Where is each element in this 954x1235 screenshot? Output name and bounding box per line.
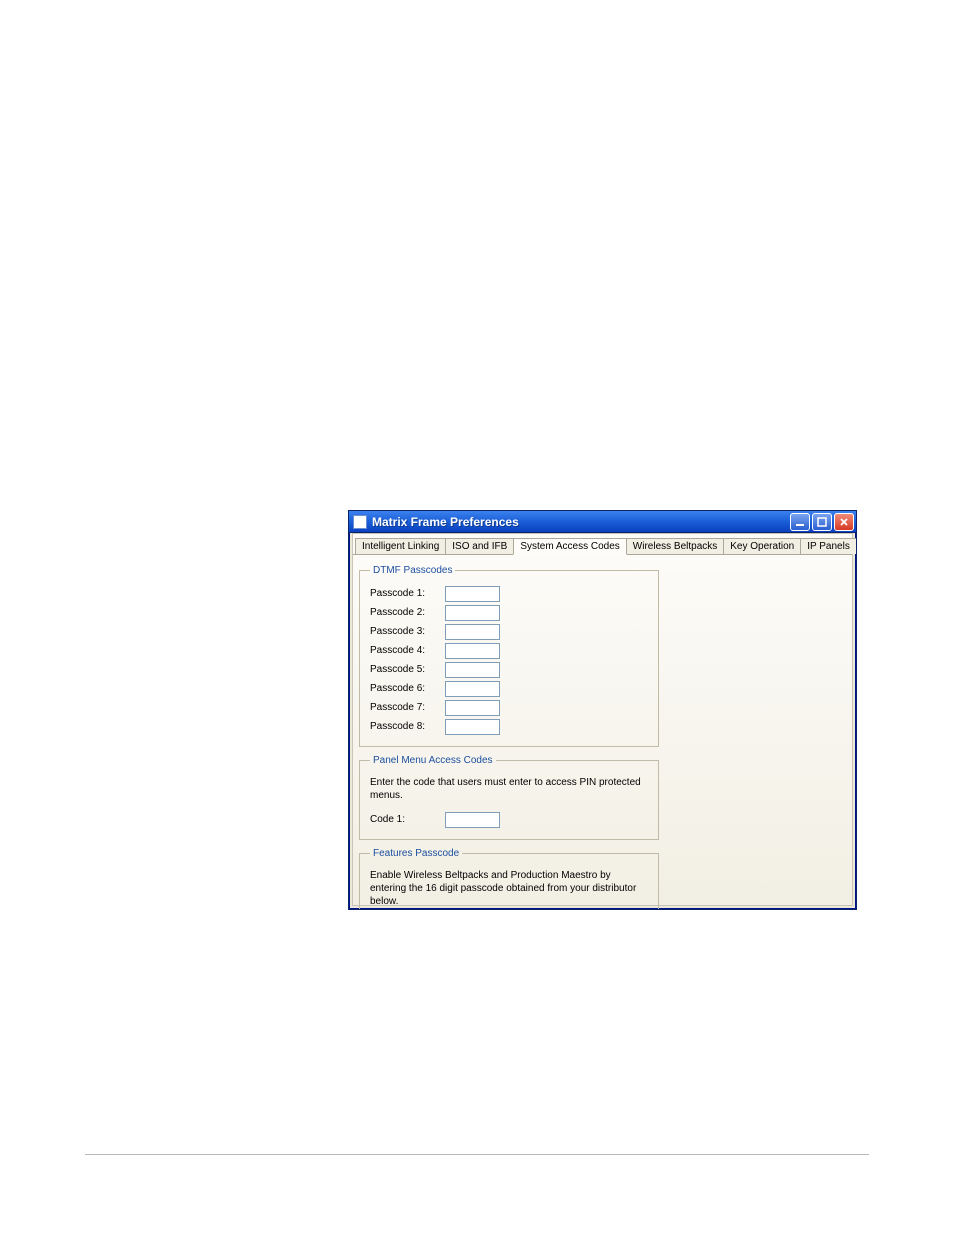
passcode-3-input[interactable] — [445, 624, 500, 640]
titlebar[interactable]: Matrix Frame Preferences — [349, 511, 856, 533]
passcode-2-input[interactable] — [445, 605, 500, 621]
close-button[interactable] — [834, 513, 854, 531]
passcode-row: Passcode 5: — [370, 660, 648, 679]
tab-system-access-codes[interactable]: System Access Codes — [513, 538, 626, 555]
passcode-row: Passcode 2: — [370, 603, 648, 622]
tab-ip-panels[interactable]: IP Panels — [800, 538, 857, 554]
tab-intelligent-linking[interactable]: Intelligent Linking — [355, 538, 446, 554]
panel-menu-legend: Panel Menu Access Codes — [370, 755, 496, 766]
window-controls — [790, 513, 854, 531]
tab-wireless-beltpacks[interactable]: Wireless Beltpacks — [626, 538, 724, 554]
tab-iso-ifb[interactable]: ISO and IFB — [445, 538, 514, 554]
panel-menu-description: Enter the code that users must enter to … — [370, 776, 648, 802]
passcode-5-label: Passcode 5: — [370, 664, 445, 675]
client-area: Intelligent Linking ISO and IFB System A… — [352, 533, 853, 906]
code1-input[interactable] — [445, 812, 500, 828]
passcode-row: Passcode 8: — [370, 717, 648, 736]
preferences-window: Matrix Frame Preferences Intelligent Lin… — [348, 510, 857, 910]
passcode-4-label: Passcode 4: — [370, 645, 445, 656]
passcode-row: Passcode 3: — [370, 622, 648, 641]
code1-label: Code 1: — [370, 814, 445, 825]
maximize-button[interactable] — [812, 513, 832, 531]
passcode-3-label: Passcode 3: — [370, 626, 445, 637]
tab-panel: DTMF Passcodes Passcode 1: Passcode 2: P… — [359, 559, 846, 905]
tab-strip: Intelligent Linking ISO and IFB System A… — [353, 534, 852, 555]
code1-row: Code 1: — [370, 810, 648, 829]
tab-key-operation[interactable]: Key Operation — [723, 538, 801, 554]
features-legend: Features Passcode — [370, 848, 462, 859]
app-icon — [353, 515, 367, 529]
features-passcode-group: Features Passcode Enable Wireless Beltpa… — [359, 848, 659, 910]
passcode-row: Passcode 1: — [370, 584, 648, 603]
passcode-1-label: Passcode 1: — [370, 588, 445, 599]
titlebar-left: Matrix Frame Preferences — [353, 515, 519, 529]
window-title: Matrix Frame Preferences — [372, 515, 519, 529]
features-description: Enable Wireless Beltpacks and Production… — [370, 869, 640, 908]
passcode-8-input[interactable] — [445, 719, 500, 735]
passcode-4-input[interactable] — [445, 643, 500, 659]
passcode-1-input[interactable] — [445, 586, 500, 602]
dtmf-passcodes-group: DTMF Passcodes Passcode 1: Passcode 2: P… — [359, 565, 659, 747]
passcode-7-label: Passcode 7: — [370, 702, 445, 713]
page-footer-rule — [85, 1154, 869, 1155]
tab-production-maestro[interactable]: Production Maestro — [856, 538, 857, 554]
passcode-row: Passcode 7: — [370, 698, 648, 717]
dtmf-legend: DTMF Passcodes — [370, 565, 455, 576]
passcode-6-label: Passcode 6: — [370, 683, 445, 694]
passcode-row: Passcode 4: — [370, 641, 648, 660]
passcode-7-input[interactable] — [445, 700, 500, 716]
passcode-row: Passcode 6: — [370, 679, 648, 698]
panel-menu-access-group: Panel Menu Access Codes Enter the code t… — [359, 755, 659, 840]
minimize-button[interactable] — [790, 513, 810, 531]
passcode-5-input[interactable] — [445, 662, 500, 678]
passcode-6-input[interactable] — [445, 681, 500, 697]
passcode-8-label: Passcode 8: — [370, 721, 445, 732]
passcode-2-label: Passcode 2: — [370, 607, 445, 618]
